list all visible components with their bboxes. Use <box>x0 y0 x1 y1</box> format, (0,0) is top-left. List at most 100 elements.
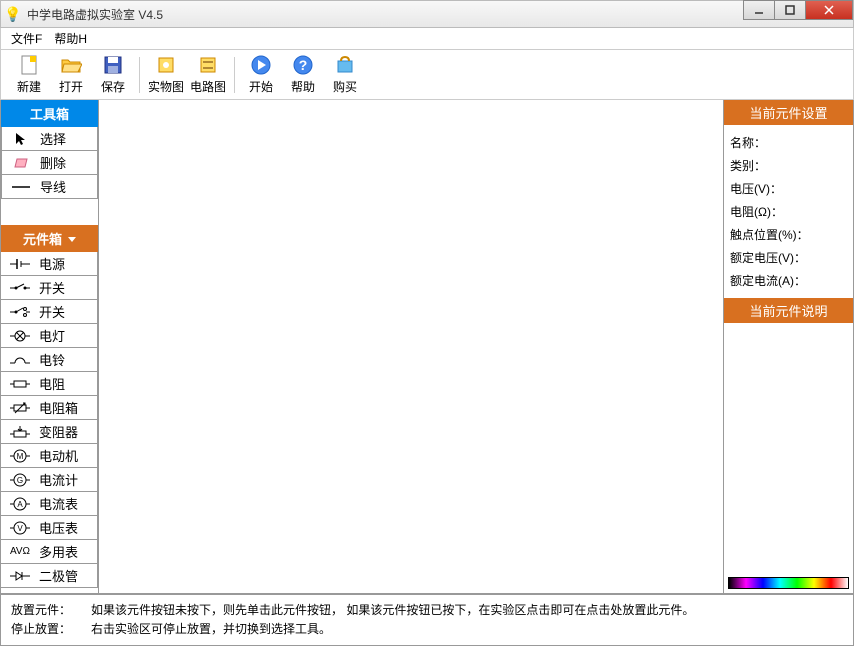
app-icon: 💡 <box>5 6 21 22</box>
real-view-icon <box>155 54 177 76</box>
component-item[interactable]: 电源 <box>1 252 98 276</box>
cursor-icon <box>2 132 40 146</box>
minimize-button[interactable] <box>743 0 775 20</box>
color-picker-bar[interactable] <box>728 577 849 589</box>
desc-header: 当前元件说明 <box>724 298 853 323</box>
circuit-view-icon <box>197 54 219 76</box>
svg-text:G: G <box>17 476 23 485</box>
component-item[interactable]: 电阻箱 <box>1 396 98 420</box>
component-item[interactable]: A电流表 <box>1 492 98 516</box>
save-button[interactable]: 保存 <box>93 54 133 96</box>
component-symbol-icon <box>1 425 39 439</box>
eraser-icon <box>2 157 40 169</box>
prop-rated-current: 额定电流(A)： <box>730 269 847 292</box>
status-stop-text: 右击实验区可停止放置，并切换到选择工具。 <box>91 620 331 639</box>
panel-gap <box>1 199 98 225</box>
chevron-down-icon <box>66 231 76 246</box>
component-list: 电源开关开关电灯电铃电阻电阻箱变阻器M电动机G电流计A电流表V电压表AVΩ多用表… <box>1 252 98 593</box>
toolbar: 新建 打开 保存 实物图 电路图 开始 ? 帮助 购买 <box>0 50 854 100</box>
component-item[interactable]: 电阻 <box>1 372 98 396</box>
new-icon <box>18 54 40 76</box>
component-label: 多用表 <box>39 542 97 561</box>
menubar: 文件F 帮助H <box>0 28 854 50</box>
left-panel: 工具箱 选择 删除 导线 元件箱 电源开关开关电灯电铃电阻电阻箱变阻器M电动机G… <box>1 100 99 593</box>
status-stop-label: 停止放置： <box>11 620 71 639</box>
component-label: 电灯 <box>39 326 97 345</box>
component-item[interactable]: 开关 <box>1 276 98 300</box>
component-item[interactable]: 电铃 <box>1 348 98 372</box>
close-button[interactable] <box>805 0 853 20</box>
component-item[interactable]: 变阻器 <box>1 420 98 444</box>
help-button[interactable]: ? 帮助 <box>283 54 323 96</box>
component-item[interactable]: 电灯 <box>1 324 98 348</box>
svg-text:?: ? <box>299 57 308 73</box>
save-icon <box>102 54 124 76</box>
toolbox-header: 工具箱 <box>1 100 98 127</box>
svg-text:M: M <box>17 452 24 461</box>
buy-button[interactable]: 购买 <box>325 54 365 96</box>
maximize-button[interactable] <box>774 0 806 20</box>
component-symbol-icon <box>1 401 39 415</box>
component-label: 电压表 <box>39 518 97 537</box>
component-item[interactable]: AVΩ多用表 <box>1 540 98 564</box>
component-item[interactable]: V 电压表 <box>1 516 98 540</box>
real-view-button[interactable]: 实物图 <box>146 54 186 96</box>
svg-text:V: V <box>17 524 23 533</box>
status-place-text: 如果该元件按钮未按下，则先单击此元件按钮， 如果该元件按钮已按下，在实验区点击即… <box>91 601 694 620</box>
component-label: 开关 <box>39 302 97 321</box>
component-symbol-icon: G <box>1 473 39 487</box>
window-controls <box>744 0 853 20</box>
component-item[interactable]: G 电流计 <box>1 468 98 492</box>
buy-icon <box>334 54 356 76</box>
new-button[interactable]: 新建 <box>9 54 49 96</box>
component-label: 电铃 <box>39 350 97 369</box>
component-item[interactable]: 开关 <box>1 300 98 324</box>
component-box-header[interactable]: 元件箱 <box>1 225 98 252</box>
canvas-area[interactable] <box>99 100 723 593</box>
prop-name: 名称： <box>730 131 847 154</box>
component-label: 变阻器 <box>39 422 97 441</box>
open-icon <box>60 54 82 76</box>
tool-wire[interactable]: 导线 <box>1 175 98 199</box>
main-area: 工具箱 选择 删除 导线 元件箱 电源开关开关电灯电铃电阻电阻箱变阻器M电动机G… <box>0 100 854 594</box>
component-symbol-icon: V <box>1 521 39 535</box>
menu-file[interactable]: 文件F <box>5 28 48 49</box>
component-symbol-icon: A <box>1 497 39 511</box>
settings-header: 当前元件设置 <box>724 100 853 125</box>
tool-select[interactable]: 选择 <box>1 127 98 151</box>
open-button[interactable]: 打开 <box>51 54 91 96</box>
component-symbol-icon <box>1 569 39 583</box>
wire-icon <box>2 184 40 190</box>
component-label: 电流计 <box>39 470 97 489</box>
start-icon <box>250 54 272 76</box>
component-symbol-icon: M <box>1 449 39 463</box>
menu-help[interactable]: 帮助H <box>48 28 93 49</box>
tool-delete[interactable]: 删除 <box>1 151 98 175</box>
prop-contact-pos: 触点位置(%)： <box>730 223 847 246</box>
component-label: 电阻箱 <box>39 398 97 417</box>
component-symbol-icon <box>1 305 39 319</box>
component-item[interactable]: M 电动机 <box>1 444 98 468</box>
status-place-label: 放置元件： <box>11 601 71 620</box>
circuit-view-button[interactable]: 电路图 <box>188 54 228 96</box>
component-item[interactable]: 二极管 <box>1 564 98 588</box>
start-button[interactable]: 开始 <box>241 54 281 96</box>
window-title: 中学电路虚拟实验室 V4.5 <box>27 6 849 23</box>
help-icon: ? <box>292 54 314 76</box>
prop-resistance: 电阻(Ω)： <box>730 200 847 223</box>
desc-area <box>724 323 853 577</box>
component-symbol-icon <box>1 377 39 391</box>
property-list: 名称： 类别： 电压(V)： 电阻(Ω)： 触点位置(%)： 额定电压(V)： … <box>724 125 853 298</box>
component-symbol-icon <box>1 281 39 295</box>
prop-type: 类别： <box>730 154 847 177</box>
toolbar-separator <box>234 57 235 93</box>
titlebar: 💡 中学电路虚拟实验室 V4.5 <box>0 0 854 28</box>
component-symbol-icon: AVΩ <box>1 546 39 557</box>
component-label: 电阻 <box>39 374 97 393</box>
prop-voltage: 电压(V)： <box>730 177 847 200</box>
component-symbol-icon <box>1 257 39 271</box>
component-symbol-icon <box>1 329 39 343</box>
component-label: 电动机 <box>39 446 97 465</box>
right-panel: 当前元件设置 名称： 类别： 电压(V)： 电阻(Ω)： 触点位置(%)： 额定… <box>723 100 853 593</box>
svg-text:A: A <box>17 500 23 509</box>
